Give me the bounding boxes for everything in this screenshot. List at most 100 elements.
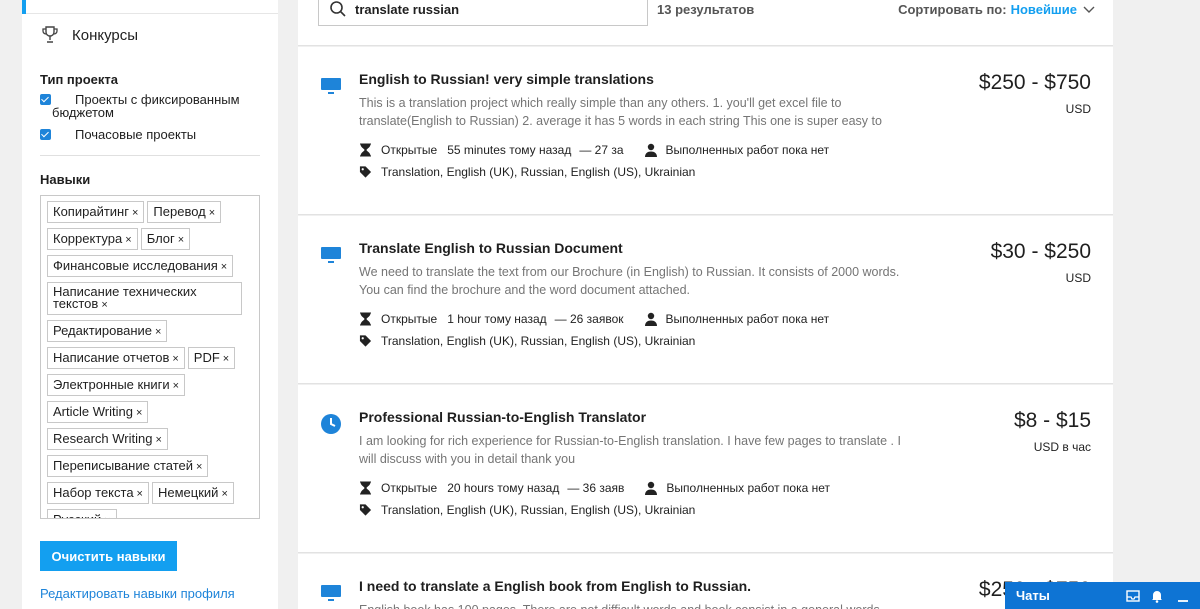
project-description: We need to translate the text from our B… <box>359 265 900 297</box>
close-icon[interactable]: × <box>173 380 179 392</box>
clear-skills-button[interactable]: Очистить навыки <box>40 541 177 571</box>
skill-chip[interactable]: PDF × <box>187 347 236 369</box>
close-icon[interactable]: × <box>104 515 110 518</box>
project-card[interactable]: English to Russian! very simple translat… <box>298 47 1113 215</box>
skill-chip-label: Написание технических текстов <box>53 284 197 311</box>
hourglass-icon <box>360 143 371 157</box>
close-icon[interactable]: × <box>155 434 161 446</box>
close-icon[interactable]: × <box>223 353 229 365</box>
checkbox-checked[interactable] <box>40 129 51 140</box>
clock-icon <box>321 414 341 434</box>
skill-chip[interactable]: Article Writing × <box>47 401 149 423</box>
project-title[interactable]: Professional Russian-to-English Translat… <box>359 409 646 425</box>
close-icon[interactable]: × <box>178 234 184 246</box>
sidebar-top-item[interactable] <box>22 0 278 14</box>
edit-profile-skills-link[interactable]: Редактировать навыки профиля <box>40 586 235 601</box>
bell-icon[interactable] <box>1150 589 1164 603</box>
project-price: $30 - $250 <box>990 240 1091 263</box>
close-icon[interactable]: × <box>132 207 138 219</box>
tag-icon <box>359 504 372 516</box>
close-icon[interactable]: × <box>136 407 142 419</box>
sort-dropdown[interactable]: Сортировать по: Новейшие <box>898 2 1095 17</box>
skill-chip[interactable]: Редактирование × <box>47 320 168 342</box>
divider <box>40 155 260 156</box>
sidebar-item-label: Конкурсы <box>72 26 139 44</box>
skills-title: Навыки <box>40 172 91 187</box>
skill-chip-label: Редактирование <box>53 323 153 338</box>
project-tag-list[interactable]: Translation, English (UK), Russian, Engl… <box>381 334 695 348</box>
hourly-checkbox[interactable]: Почасовые проекты <box>40 128 260 141</box>
close-icon[interactable]: × <box>125 234 131 246</box>
inbox-icon[interactable] <box>1126 589 1140 603</box>
close-icon[interactable]: × <box>172 353 178 365</box>
skill-chip[interactable]: Финансовые исследования × <box>47 255 234 277</box>
skill-chip[interactable]: Немецкий × <box>151 482 234 504</box>
close-icon[interactable]: × <box>196 461 202 473</box>
project-meta: Открытые 1 hour тому назад — 26 заявок Выпо… <box>359 312 829 326</box>
project-price: $8 - $15 <box>1013 409 1091 432</box>
skill-chip[interactable]: Корректура × <box>47 228 138 250</box>
hourglass-icon <box>360 481 371 495</box>
tag-icon <box>359 335 372 347</box>
project-work-history: Выполненных работ пока нет <box>665 143 830 157</box>
close-icon[interactable]: × <box>101 299 107 311</box>
skill-chip-label: Набор текста <box>53 485 134 500</box>
chat-bar[interactable]: Чаты <box>1005 582 1200 609</box>
close-icon[interactable]: × <box>209 207 215 219</box>
skill-chip[interactable]: Перевод × <box>147 201 222 223</box>
checkbox-checked[interactable] <box>40 94 51 105</box>
project-description: I am looking for rich experience for Rus… <box>359 434 901 466</box>
project-meta: Открытые 55 minutes тому назад — 27 за Выпо… <box>359 143 829 157</box>
skill-chip-label: PDF <box>193 350 220 365</box>
project-card[interactable]: Translate English to Russian Document We … <box>298 216 1113 384</box>
user-icon <box>644 143 657 157</box>
skill-chip[interactable]: Электронные книги × <box>47 374 186 396</box>
project-currency: USD в час <box>1033 440 1091 454</box>
skill-chip[interactable]: Написание отчетов × <box>47 347 185 369</box>
minimize-icon[interactable] <box>1176 589 1190 603</box>
project-description: This is a translation project which real… <box>359 96 882 128</box>
hourglass-icon <box>360 312 371 326</box>
project-title[interactable]: Translate English to Russian Document <box>359 240 623 256</box>
project-title[interactable]: I need to translate a English book from … <box>359 578 751 594</box>
project-work-history: Выполненных работ пока нет <box>666 481 831 495</box>
sidebar-item-contests[interactable]: Конкурсы <box>22 14 278 56</box>
skill-chip[interactable]: Русский× <box>47 509 117 518</box>
project-bids: — 26 заявок <box>554 312 624 326</box>
results-count: 13 результатов <box>657 2 755 17</box>
project-bids: — 36 заяв <box>567 481 625 495</box>
project-type-title: Тип проекта <box>40 72 118 87</box>
fixed-price-checkbox[interactable]: Проекты с фиксированным бюджетом <box>40 93 260 119</box>
search-input[interactable]: translate russian <box>318 0 648 26</box>
checkbox-label: Проекты с фиксированным бюджетом <box>52 92 240 120</box>
monitor-icon <box>321 78 341 94</box>
skill-chip-label: Блог <box>146 231 175 246</box>
sort-label: Сортировать по: <box>898 2 1007 17</box>
project-card[interactable]: Professional Russian-to-English Translat… <box>298 385 1113 553</box>
active-indicator <box>22 0 26 14</box>
skill-chip[interactable]: Копирайтинг × <box>47 201 145 223</box>
close-icon[interactable]: × <box>137 488 143 500</box>
project-tag-list[interactable]: Translation, English (UK), Russian, Engl… <box>381 165 695 179</box>
skill-chip-label: Переписывание статей <box>53 458 194 473</box>
skill-chip[interactable]: Research Writing × <box>47 428 168 450</box>
user-icon <box>644 312 657 326</box>
skill-chip-label: Article Writing <box>53 404 133 419</box>
skills-selector[interactable]: Копирайтинг × Перевод ×Корректура × Блог ×Фина… <box>40 195 260 519</box>
close-icon[interactable]: × <box>155 326 161 338</box>
skill-chip[interactable]: Набор текста × <box>47 482 149 504</box>
list-toolbar: translate russian 13 результатов Сортиро… <box>298 0 1113 46</box>
project-title[interactable]: English to Russian! very simple translat… <box>359 71 654 87</box>
skill-chip[interactable]: Блог × <box>140 228 191 250</box>
filter-sidebar: Конкурсы Тип проекта Проекты с фиксирова… <box>22 0 278 609</box>
close-icon[interactable]: × <box>221 261 227 273</box>
close-icon[interactable]: × <box>221 488 227 500</box>
sort-value: Новейшие <box>1010 2 1077 17</box>
project-card[interactable]: I need to translate a English book from … <box>298 554 1113 609</box>
skill-chip[interactable]: Переписывание статей × <box>47 455 209 477</box>
skill-chip[interactable]: Написание технических текстов × <box>47 282 242 315</box>
project-time: 20 hours тому назад <box>447 481 560 495</box>
project-price: $250 - $750 <box>978 71 1091 94</box>
project-bids: — 27 за <box>579 143 624 157</box>
project-tag-list[interactable]: Translation, English (UK), Russian, Engl… <box>381 503 695 517</box>
